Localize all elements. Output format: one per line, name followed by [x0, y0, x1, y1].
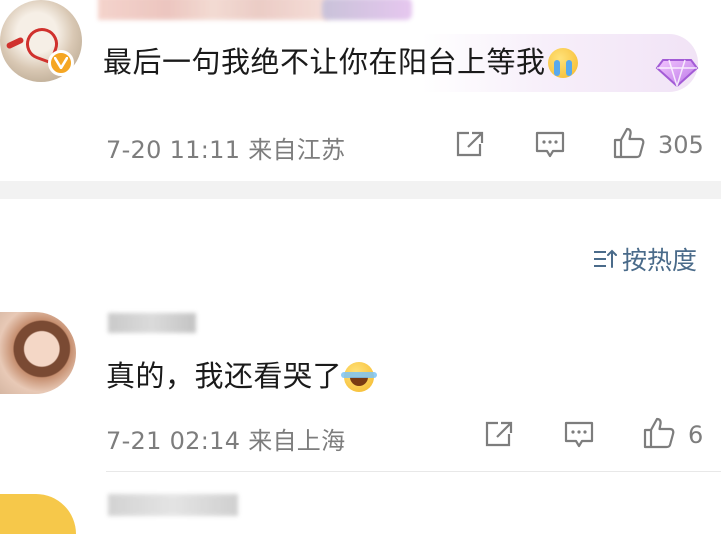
like-icon[interactable]	[642, 416, 676, 454]
user-badge-blurred	[322, 0, 412, 20]
comment-meta: 7-21 02:14 来自上海	[106, 427, 346, 455]
comment-text: 最后一句我绝不让你在阳台上等我	[103, 42, 578, 82]
sort-label: 按热度	[622, 246, 698, 275]
comment-text: 真的，我还看哭了	[106, 356, 378, 396]
username-blurred[interactable]	[108, 313, 196, 333]
sort-by-heat-button[interactable]: 按热度	[592, 241, 697, 277]
laughing-tears-icon	[341, 362, 378, 392]
diamond-badge-icon	[655, 52, 699, 90]
comment-meta: 7-20 11:11 来自江苏	[106, 136, 346, 164]
comment-icon[interactable]	[534, 130, 566, 164]
verified-badge-icon	[48, 50, 74, 76]
avatar[interactable]	[0, 312, 76, 394]
sort-icon	[594, 249, 617, 268]
share-icon[interactable]	[484, 420, 514, 452]
avatar-art	[5, 36, 25, 50]
comment-separator	[106, 471, 721, 472]
avatar[interactable]	[0, 494, 76, 534]
section-divider	[0, 181, 721, 199]
username-blurred[interactable]	[108, 494, 238, 516]
username-blurred[interactable]	[98, 0, 328, 20]
like-count: 6	[688, 421, 704, 449]
crying-face-icon	[547, 48, 578, 78]
comment-icon[interactable]	[563, 420, 595, 454]
like-icon[interactable]	[612, 126, 646, 164]
like-count: 305	[658, 131, 704, 159]
share-icon[interactable]	[455, 130, 485, 162]
